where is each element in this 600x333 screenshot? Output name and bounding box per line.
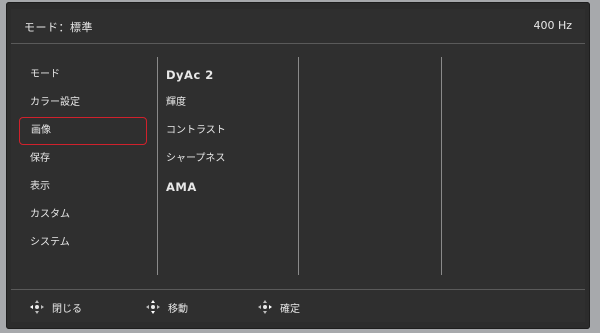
column-divider — [298, 57, 299, 275]
menu-item-picture[interactable]: 画像 — [19, 117, 147, 145]
submenu-item-sharpness[interactable]: シャープネス — [166, 145, 306, 173]
menu-item-label: モード — [30, 69, 60, 80]
menu-item-save[interactable]: 保存 — [19, 145, 147, 173]
dpad-icon — [30, 300, 44, 314]
menu-item-system[interactable]: システム — [19, 229, 147, 257]
column-divider — [441, 57, 442, 275]
mode-title: モード：標準 — [24, 21, 93, 34]
move-label: 移動 — [168, 303, 188, 315]
menu-item-label: システム — [30, 237, 70, 248]
main-menu: モード カラー設定 画像 保存 表示 カスタム システム — [19, 61, 169, 257]
submenu-item-ama[interactable]: AMA — [166, 173, 306, 201]
close-hint[interactable]: 閉じる — [29, 299, 82, 315]
refresh-rate: 400 Hz — [533, 19, 572, 32]
move-hint[interactable]: 移動 — [145, 299, 188, 315]
close-label: 閉じる — [52, 303, 82, 315]
submenu-item-contrast[interactable]: コントラスト — [166, 117, 306, 145]
dpad-press-icon — [258, 300, 272, 314]
menu-item-label: カスタム — [30, 209, 70, 220]
menu-item-color-settings[interactable]: カラー設定 — [19, 89, 147, 117]
submenu: DyAc 2 輝度 コントラスト シャープネス AMA — [166, 61, 306, 201]
column-divider — [157, 57, 158, 275]
dpad-updown-icon — [146, 300, 160, 314]
submenu-item-dyac[interactable]: DyAc 2 — [166, 61, 306, 89]
osd-header: モード：標準 400 Hz — [11, 9, 585, 44]
menu-item-label: 保存 — [30, 153, 50, 164]
menu-item-label: 表示 — [30, 181, 50, 192]
menu-item-label: 画像 — [31, 125, 51, 136]
menu-item-mode[interactable]: モード — [19, 61, 147, 89]
confirm-hint[interactable]: 確定 — [257, 299, 300, 315]
menu-item-custom[interactable]: カスタム — [19, 201, 147, 229]
submenu-item-brightness[interactable]: 輝度 — [166, 89, 306, 117]
osd-footer: 閉じる 移動 確定 — [11, 289, 585, 322]
osd-menu: モード：標準 400 Hz モード カラー設定 画像 保存 表示 カスタム シス… — [11, 9, 585, 322]
menu-item-display[interactable]: 表示 — [19, 173, 147, 201]
confirm-label: 確定 — [280, 303, 300, 315]
menu-item-label: カラー設定 — [30, 97, 80, 108]
